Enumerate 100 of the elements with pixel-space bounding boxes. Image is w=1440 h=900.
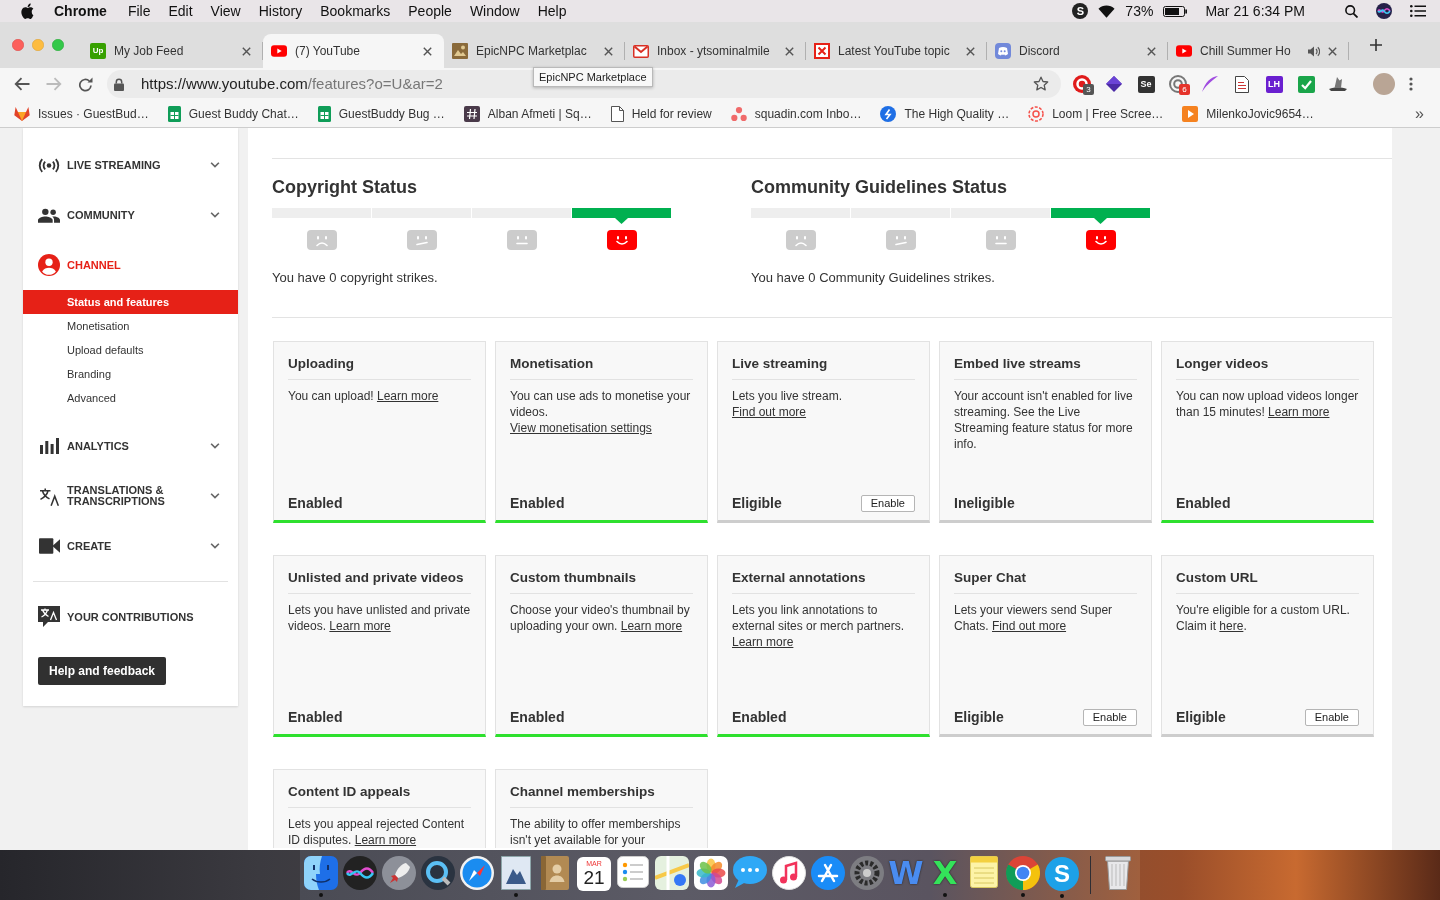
segmented-circle-icon[interactable]: [1006, 856, 1040, 890]
magnifier-disc-icon[interactable]: [421, 856, 455, 890]
compass-icon[interactable]: [460, 856, 494, 890]
browser-tab[interactable]: (7) YouTube: [263, 34, 444, 68]
bookmarks-overflow-button[interactable]: »: [1415, 105, 1424, 122]
feature-link[interactable]: Find out more: [732, 405, 807, 419]
new-tab-icon[interactable]: [1370, 39, 1382, 51]
face-tile-icon[interactable]: [304, 856, 338, 890]
menu-item[interactable]: History: [249, 0, 312, 22]
sidebar-subitem[interactable]: Monetisation: [23, 314, 238, 338]
diamond-icon[interactable]: [1106, 76, 1122, 92]
feature-link[interactable]: Learn more: [620, 619, 683, 633]
bookmark-link[interactable]: Loom | Free Scree…: [1028, 104, 1164, 123]
music-note-icon[interactable]: [772, 856, 806, 890]
app-letter-tile[interactable]: X: [930, 856, 960, 890]
enable-button[interactable]: Enable: [1304, 708, 1359, 726]
sidebar-item[interactable]: TRANSLATIONS & TRANSCRIPTIONS: [23, 471, 238, 521]
close-icon[interactable]: [604, 46, 613, 56]
close-icon[interactable]: [1147, 46, 1156, 56]
feather-icon[interactable]: [1202, 76, 1218, 92]
bookmark-star-icon[interactable]: [1033, 76, 1049, 92]
chevron-down-icon[interactable]: [210, 162, 220, 168]
menubar-clock[interactable]: Mar 21 6:34 PM: [1205, 0, 1305, 22]
search-icon[interactable]: [1345, 4, 1358, 18]
enable-button[interactable]: Enable: [1082, 708, 1137, 726]
enable-button[interactable]: Enable: [860, 494, 915, 512]
battery-icon[interactable]: [1163, 5, 1188, 17]
menu-item[interactable]: Bookmarks: [311, 0, 400, 22]
sidebar-item[interactable]: COMMUNITY: [23, 190, 238, 240]
checklist-icon[interactable]: [617, 856, 649, 888]
document-icon[interactable]: [1235, 75, 1249, 93]
reload-icon[interactable]: [78, 76, 93, 92]
bookmark-link[interactable]: Alban Afmeti | Sq…: [463, 104, 592, 123]
feature-link[interactable]: Find out more: [992, 619, 1067, 633]
feature-link[interactable]: Learn more: [354, 833, 417, 847]
tray-app-button[interactable]: S: [1072, 3, 1089, 19]
flower-icon[interactable]: [694, 856, 728, 890]
close-icon[interactable]: [242, 46, 251, 56]
address-book-icon[interactable]: [541, 856, 569, 890]
rocket-icon[interactable]: [382, 856, 416, 890]
sidebar-item[interactable]: YOUR CONTRIBUTIONS: [23, 592, 238, 642]
sidebar-item[interactable]: CHANNEL: [23, 240, 238, 290]
help-button[interactable]: Help and feedback: [38, 657, 167, 685]
close-icon[interactable]: [1328, 46, 1337, 56]
apple-menu-icon[interactable]: [21, 3, 34, 19]
sound-wave-orb-icon[interactable]: [343, 856, 377, 890]
feature-link[interactable]: View monetisation settings: [510, 421, 652, 435]
close-icon[interactable]: [785, 46, 794, 56]
app-menu[interactable]: Chrome: [54, 0, 107, 22]
menu-item[interactable]: Help: [528, 0, 576, 22]
notification-list-icon[interactable]: [1410, 5, 1426, 17]
menu-item[interactable]: File: [118, 0, 160, 22]
concentric-rings-icon[interactable]: [1169, 75, 1187, 93]
more-menu-icon[interactable]: [1409, 77, 1413, 91]
menu-item[interactable]: View: [201, 0, 250, 22]
feature-link[interactable]: Learn more: [329, 619, 391, 633]
extension-button[interactable]: Se: [1137, 75, 1155, 93]
menu-item[interactable]: People: [399, 0, 461, 22]
bookmark-link[interactable]: The High Quality …: [880, 104, 1010, 123]
speech-bubble-icon[interactable]: [733, 856, 767, 888]
sidebar-item[interactable]: LIVE STREAMING: [23, 140, 238, 190]
feature-link[interactable]: Learn more: [732, 635, 794, 649]
bookmark-link[interactable]: Held for review: [610, 104, 712, 123]
chevron-down-icon[interactable]: [210, 543, 220, 549]
speaker-icon[interactable]: [1308, 45, 1320, 57]
menu-item[interactable]: Edit: [159, 0, 202, 22]
extension-button[interactable]: LH: [1265, 75, 1283, 93]
feature-link[interactable]: Learn more: [1268, 405, 1330, 419]
feature-link[interactable]: Learn more: [376, 389, 439, 403]
sidebar-item[interactable]: ANALYTICS: [23, 421, 238, 471]
bookmark-link[interactable]: squadin.com Inbo…: [730, 104, 862, 123]
card-title: Custom thumbnails: [510, 568, 693, 594]
wifi-icon[interactable]: [1098, 4, 1116, 18]
sidebar-subitem[interactable]: Branding: [23, 362, 238, 386]
trash-icon[interactable]: [1105, 856, 1131, 890]
sidebar-subitem[interactable]: Status and features: [23, 290, 238, 314]
close-icon[interactable]: [966, 46, 975, 56]
close-icon[interactable]: [423, 46, 432, 56]
chevron-down-icon[interactable]: [210, 493, 220, 499]
strike-message: You have 0 copyright strikes.: [272, 270, 439, 285]
bookmark-link[interactable]: Issues · GuestBud…: [14, 104, 149, 123]
bookmark-link[interactable]: MilenkoJovic9654…: [1182, 104, 1314, 123]
chevron-down-icon[interactable]: [210, 212, 220, 218]
menu-item[interactable]: Window: [460, 0, 529, 22]
sidebar-item[interactable]: CREATE: [23, 521, 238, 571]
map-icon[interactable]: [655, 856, 689, 890]
sidebar-subitem[interactable]: Upload defaults: [23, 338, 238, 362]
gear-icon[interactable]: [850, 856, 884, 890]
section-title: Community Guidelines Status: [751, 176, 1009, 198]
bookmark-link[interactable]: GuestBuddy Bug …: [317, 104, 445, 123]
hat-icon[interactable]: [1329, 77, 1347, 91]
wave-orb-icon[interactable]: [1376, 3, 1392, 19]
check-tile-icon[interactable]: [1297, 75, 1315, 93]
feature-description: The ability to offer memberships isn't yet available for your: [510, 816, 682, 848]
back-icon[interactable]: [14, 77, 30, 91]
landscape-picture-icon[interactable]: [501, 856, 531, 890]
chevron-down-icon[interactable]: [210, 443, 220, 449]
crossed-sticks-icon[interactable]: [811, 856, 845, 890]
bookmark-link[interactable]: Guest Buddy Chat…: [167, 104, 299, 123]
sidebar-subitem[interactable]: Advanced: [23, 386, 238, 410]
